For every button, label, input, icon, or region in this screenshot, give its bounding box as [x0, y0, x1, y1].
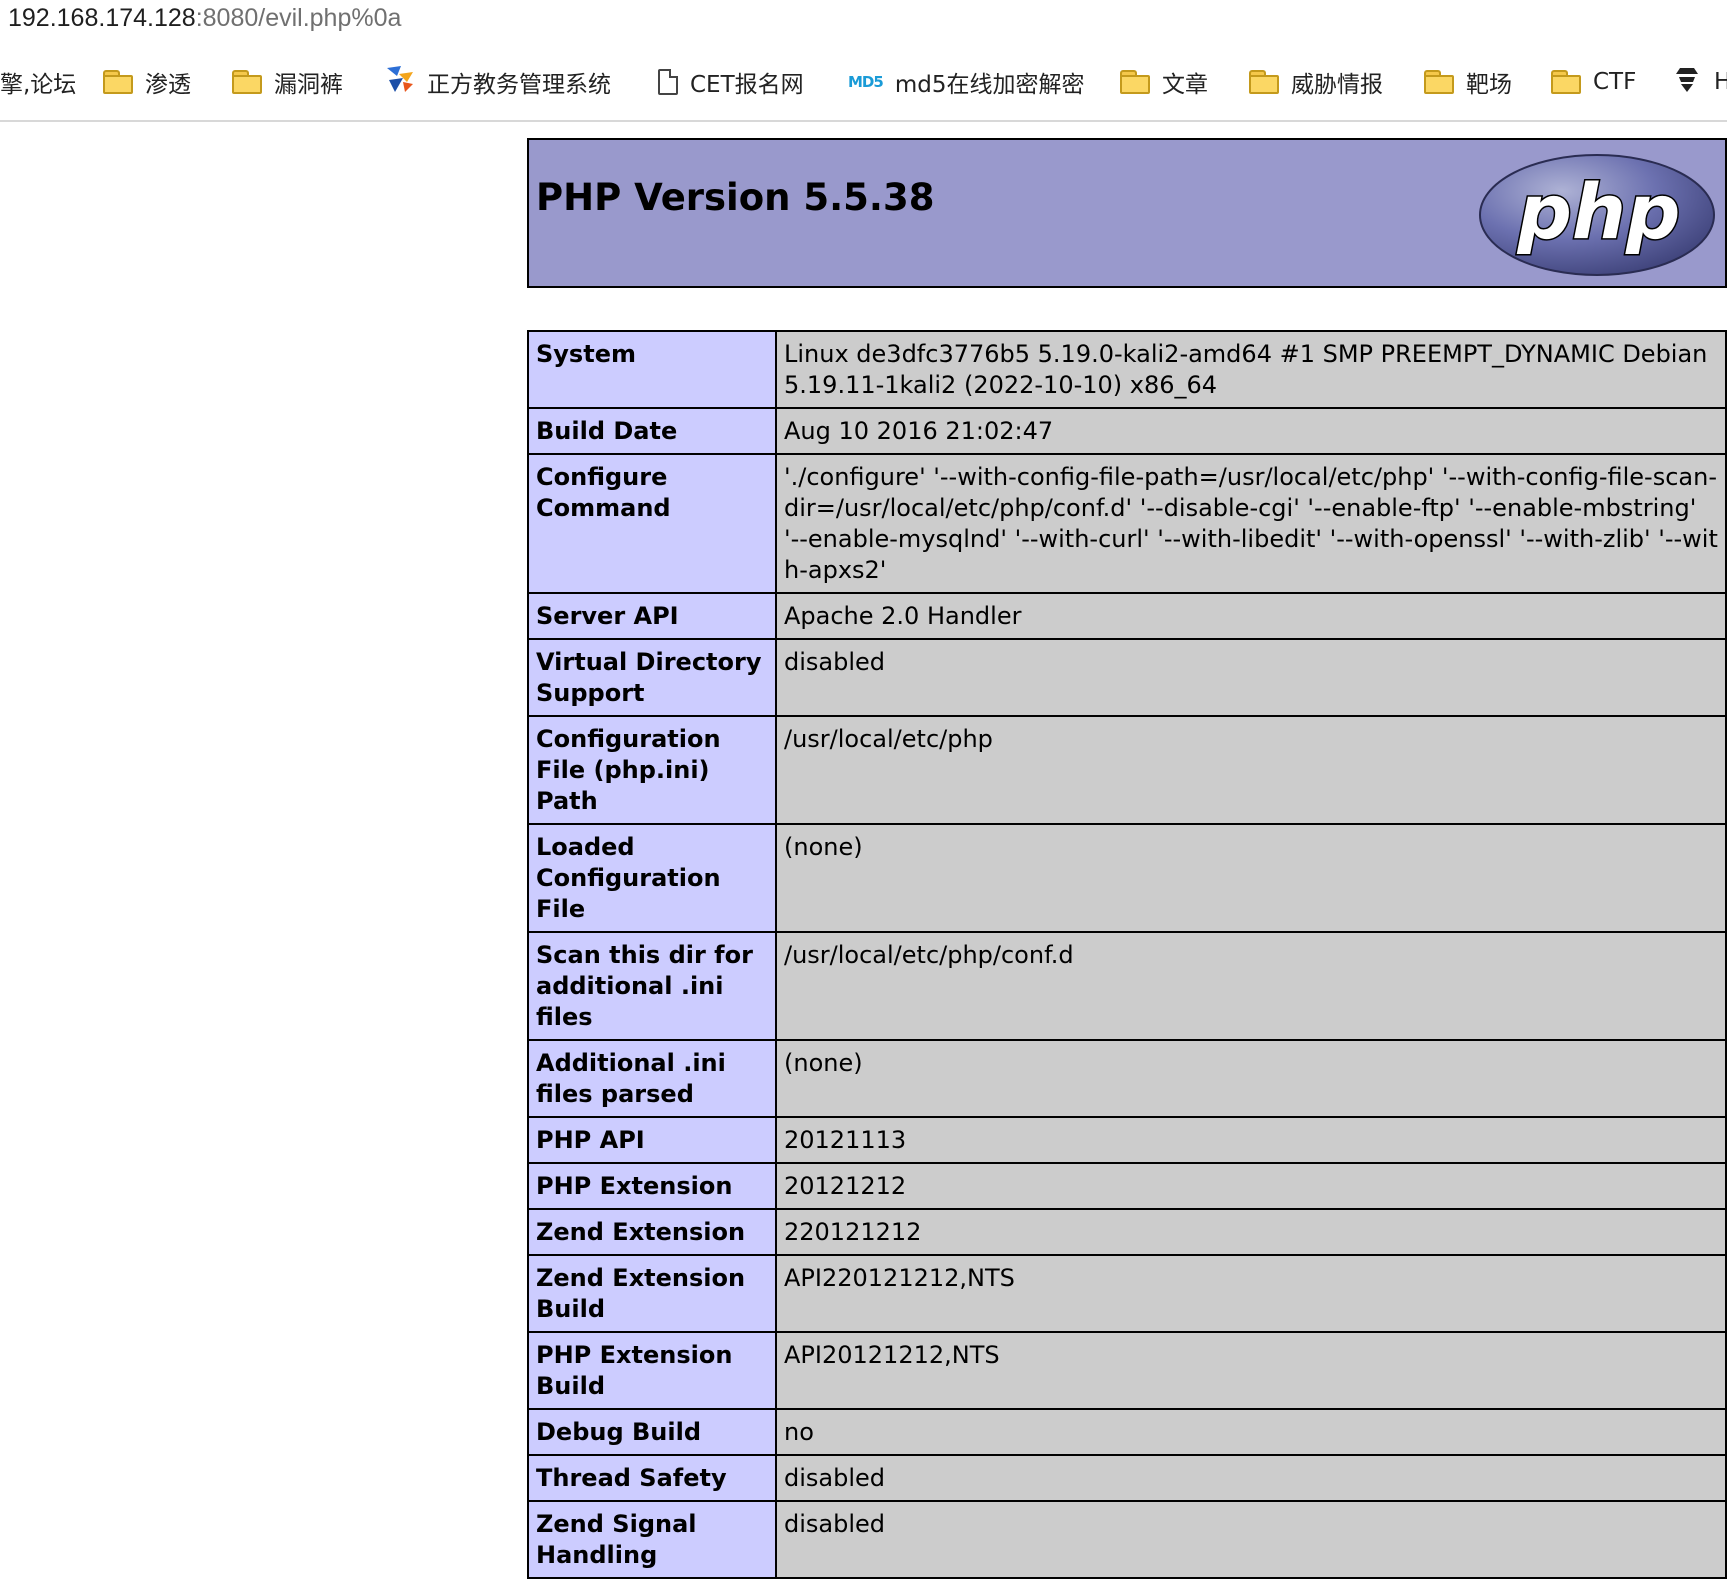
- table-row: Thread Safety disabled: [527, 1454, 1727, 1502]
- table-row: Loaded Configuration File (none): [527, 823, 1727, 933]
- bookmark-label: 靶场: [1466, 72, 1512, 98]
- bookmark-label: md5在线加密解密: [894, 72, 1085, 98]
- row-key: Debug Build: [527, 1408, 777, 1456]
- row-value: 220121212: [775, 1208, 1727, 1256]
- bookmark-label: H: [1714, 69, 1727, 95]
- table-row: Virtual Directory Support disabled: [527, 638, 1727, 717]
- hacker-icon: [1672, 64, 1702, 100]
- row-value: (none): [775, 823, 1727, 933]
- table-row: Configuration File (php.ini) Path/usr/lo…: [527, 715, 1727, 825]
- bookmark-cet[interactable]: CET报名网: [658, 62, 804, 102]
- bookmark-md5[interactable]: MD5 md5在线加密解密: [848, 62, 1084, 102]
- row-value: disabled: [775, 1500, 1727, 1579]
- row-key: Server API: [527, 592, 777, 640]
- row-key: Zend Extension: [527, 1208, 777, 1256]
- row-key: Thread Safety: [527, 1454, 777, 1502]
- php-logo-text: php: [1517, 167, 1681, 256]
- table-row: Server API Apache 2.0 Handler: [527, 592, 1727, 640]
- phpinfo-header: PHP Version 5.5.38 php: [527, 138, 1727, 288]
- row-value: 20121113: [775, 1116, 1727, 1164]
- row-key: PHP API: [527, 1116, 777, 1164]
- bookmark-range[interactable]: 靶场: [1424, 62, 1512, 102]
- folder-icon: [1424, 70, 1454, 94]
- row-value: /usr/local/etc/php/conf.d: [775, 931, 1727, 1041]
- row-value: Apache 2.0 Handler: [775, 592, 1727, 640]
- phpinfo-page: PHP Version 5.5.38 php System Linux de3df…: [527, 138, 1727, 1579]
- document-icon: [658, 69, 678, 95]
- row-value: no: [775, 1408, 1727, 1456]
- bookmark-threat-intel[interactable]: 威胁情报: [1249, 62, 1383, 102]
- bookmark-label: CET报名网: [690, 72, 804, 98]
- folder-icon: [1249, 70, 1279, 94]
- page-title: PHP Version 5.5.38: [536, 176, 935, 219]
- row-key: PHP Extension Build: [527, 1331, 777, 1410]
- folder-icon: [1120, 70, 1150, 94]
- table-row: Build Date Aug 10 2016 21:02:47: [527, 407, 1727, 455]
- row-value: Aug 10 2016 21:02:47: [775, 407, 1727, 455]
- row-key: PHP Extension: [527, 1162, 777, 1210]
- bookmarks-bar: 擎,论坛 渗透 漏洞裤 正方教务管理系统 CET报名网 MD5 md5在线加密解…: [0, 48, 1727, 122]
- table-row: System Linux de3dfc3776b5 5.19.0-kali2-am…: [527, 330, 1727, 409]
- row-key: Virtual Directory Support: [527, 638, 777, 717]
- bookmark-hacker[interactable]: H: [1672, 62, 1727, 102]
- row-key: System: [527, 330, 777, 409]
- bookmark-ctf[interactable]: CTF: [1551, 62, 1636, 102]
- table-row: Zend Extension Build API220121212,NTS: [527, 1254, 1727, 1333]
- md5-icon: MD5: [848, 73, 884, 91]
- table-row: Debug Build no: [527, 1408, 1727, 1456]
- row-key: Loaded Configuration File: [527, 823, 777, 933]
- row-value: /usr/local/etc/php: [775, 715, 1727, 825]
- folder-icon: [1551, 70, 1581, 94]
- bookmark-label: 擎,论坛: [0, 72, 77, 98]
- row-key: Additional .ini files parsed: [527, 1039, 777, 1118]
- row-value: (none): [775, 1039, 1727, 1118]
- row-key: Build Date: [527, 407, 777, 455]
- row-value: API20121212,NTS: [775, 1331, 1727, 1410]
- row-value: './configure' '--with-config-file-path=/…: [775, 453, 1727, 594]
- bookmark-label: 漏洞裤: [274, 72, 343, 98]
- row-key: Configuration File (php.ini) Path: [527, 715, 777, 825]
- row-value: disabled: [775, 1454, 1727, 1502]
- bookmark-label: 文章: [1162, 72, 1208, 98]
- address-bar[interactable]: 192.168.174.128:8080/evil.php%0a: [0, 0, 1727, 48]
- zf-logo-icon: [385, 64, 415, 100]
- row-key: Configure Command: [527, 453, 777, 594]
- row-key: Zend Signal Handling: [527, 1500, 777, 1579]
- row-key: Scan this dir for additional .ini files: [527, 931, 777, 1041]
- table-row: Zend Signal Handling disabled: [527, 1500, 1727, 1579]
- url-host: 192.168.174.128: [8, 4, 196, 32]
- phpinfo-table: System Linux de3dfc3776b5 5.19.0-kali2-am…: [527, 330, 1727, 1579]
- row-value: API220121212,NTS: [775, 1254, 1727, 1333]
- bookmark-zf-system[interactable]: 正方教务管理系统: [385, 62, 611, 102]
- row-value: Linux de3dfc3776b5 5.19.0-kali2-amd64 #1…: [775, 330, 1727, 409]
- table-row: PHP Extension Build API20121212,NTS: [527, 1331, 1727, 1410]
- bookmark-label: CTF: [1593, 69, 1637, 95]
- url-path: :8080/evil.php%0a: [195, 4, 402, 32]
- table-row: Additional .ini files parsed (none): [527, 1039, 1727, 1118]
- bookmark-pentest[interactable]: 渗透: [103, 62, 191, 102]
- folder-icon: [232, 70, 262, 94]
- bookmark-label: 渗透: [145, 72, 191, 98]
- row-value: disabled: [775, 638, 1727, 717]
- bookmark-articles[interactable]: 文章: [1120, 62, 1208, 102]
- bookmark-label: 正方教务管理系统: [427, 72, 611, 98]
- folder-icon: [103, 70, 133, 94]
- php-logo[interactable]: php: [1477, 152, 1717, 282]
- table-row: Scan this dir for additional .ini files /…: [527, 931, 1727, 1041]
- row-key: Zend Extension Build: [527, 1254, 777, 1333]
- table-row: Configure Command './configure' '--with-c…: [527, 453, 1727, 594]
- table-row: PHP API 20121113: [527, 1116, 1727, 1164]
- bookmark-vulns[interactable]: 漏洞裤: [232, 62, 343, 102]
- bookmark-label: 威胁情报: [1291, 72, 1383, 98]
- table-row: Zend Extension 220121212: [527, 1208, 1727, 1256]
- url-text[interactable]: 192.168.174.128:8080/evil.php%0a: [8, 4, 401, 33]
- bookmark-forum[interactable]: 擎,论坛: [0, 62, 76, 102]
- table-row: PHP Extension 20121212: [527, 1162, 1727, 1210]
- row-value: 20121212: [775, 1162, 1727, 1210]
